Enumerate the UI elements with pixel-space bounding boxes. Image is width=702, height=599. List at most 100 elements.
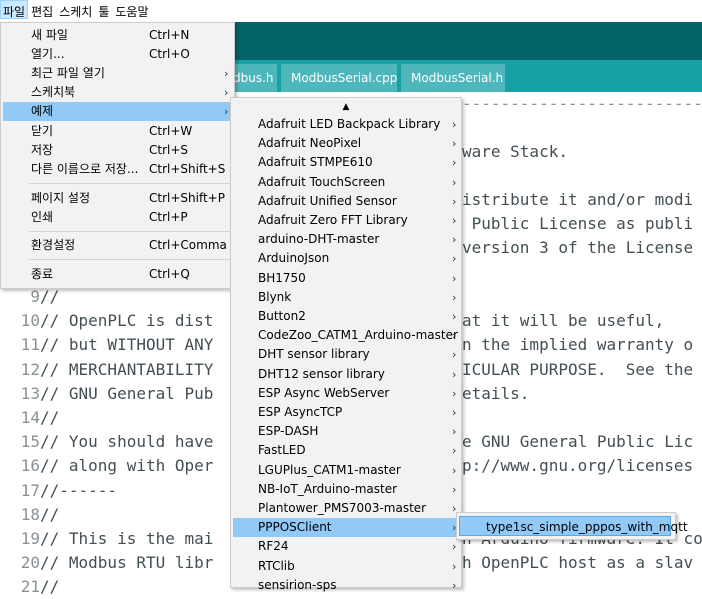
pppos-submenu: type1sc_simple_pppos_with_mqtt [456,512,688,540]
chevron-right-icon: › [452,578,457,592]
code-fragment: e GNU General Public Lic [462,432,694,452]
menu-sketch[interactable]: 스케치 [56,0,95,19]
code-fragment: h OpenPLC host as a slav [462,553,694,573]
menu-item-example-library[interactable]: Blynk › [233,288,459,307]
chevron-right-icon: › [452,444,457,458]
menu-separator [29,259,230,260]
code-fragment: p://www.gnu.org/licenses [462,456,694,476]
chevron-right-icon: › [452,559,457,573]
menu-item-example-library[interactable]: ESP-DASH › [233,422,459,441]
code-text: // but WITHOUT ANY [40,335,214,355]
code-text: // Modbus RTU libr [40,553,214,573]
chevron-right-icon: › [452,406,457,419]
menu-edit[interactable]: 편집 [28,0,56,19]
line-number: 13 [20,383,40,403]
chevron-right-icon: › [452,118,457,131]
menu-item-example-library[interactable]: Plantower_PMS7003-master › [233,499,459,518]
menu-item-example-library[interactable]: Adafruit TouchScreen › [233,173,459,192]
menu-item-example-library[interactable]: Adafruit Unified Sensor › [233,192,459,211]
code-line: 14// [0,406,60,430]
menu-item-example-library[interactable]: ESP Async WebServer › [233,384,459,403]
code-text: // OpenPLC is dist [40,311,214,331]
menu-item-example-library[interactable]: RTClib › [233,557,459,576]
chevron-right-icon: › [452,329,457,343]
menubar: 파일 편집 스케치 툴 도움말 [0,0,702,22]
menu-item-close[interactable]: 닫기 Ctrl+W [3,122,232,141]
menu-item-preferences[interactable]: 환경설정 Ctrl+Comma [3,236,232,255]
code-line: 19// This is the mai [0,527,214,551]
menu-file[interactable]: 파일 [0,0,29,19]
menu-item-open[interactable]: 열기... Ctrl+O [3,45,232,64]
menu-item-quit[interactable]: 종료 Ctrl+Q [3,265,232,284]
menu-item-page-setup[interactable]: 페이지 설정 Ctrl+Shift+P [3,189,232,208]
chevron-right-icon: › [452,194,457,208]
menu-item-example-library[interactable]: ArduinoJson › [233,249,459,268]
menu-item-example-library[interactable]: NB-IoT_Arduino-master › [233,480,459,499]
chevron-right-icon: › [452,386,457,400]
menu-item-example-sketch[interactable]: type1sc_simple_pppos_with_mqtt [459,516,688,536]
menu-item-example-library[interactable]: Adafruit LED Backpack Library › [233,115,459,134]
chevron-right-icon: › [452,271,457,285]
menu-item-example-library[interactable]: FastLED › [233,441,459,460]
menu-item-example-library[interactable]: Adafruit NeoPixel › [233,134,459,153]
menu-item-example-library[interactable]: DHT sensor library › [233,345,459,364]
chevron-right-icon: › [452,482,457,496]
chevron-right-icon: › [452,137,457,151]
menu-item-example-library[interactable]: Adafruit STMPE610 › [233,153,459,172]
chevron-right-icon: › [452,367,457,381]
code-text: // [40,408,60,427]
line-number: 19 [20,529,40,548]
menu-item-example-library[interactable]: arduino-DHT-master › [233,230,459,249]
chevron-right-icon: › [452,425,457,439]
menu-item-open-recent[interactable]: 최근 파일 열기 › [3,64,232,83]
line-number: 10 [20,311,40,331]
menu-item-new[interactable]: 새 파일 Ctrl+N [3,26,232,45]
chevron-right-icon: › [452,175,457,189]
tab-modbusserial-h[interactable]: ModbusSerial.h [401,64,505,92]
toolbar [233,22,702,60]
menu-item-print[interactable]: 인쇄 Ctrl+P [3,208,232,227]
scroll-up-icon[interactable]: ▲ [231,102,461,112]
menu-item-example-library[interactable]: Button2 › [233,307,459,326]
menu-item-examples[interactable]: 예제 › [3,102,232,121]
menu-item-save[interactable]: 저장 Ctrl+S [3,141,232,160]
code-fragment: ware Stack. [462,142,568,161]
code-line: 18// [0,503,60,527]
chevron-right-icon: › [452,214,457,227]
line-number: 16 [20,456,40,476]
chevron-right-icon: › [452,233,457,247]
chevron-right-icon: › [452,348,457,362]
tab-modbusserial-cpp[interactable]: ModbusSerial.cpp [281,64,397,92]
menu-item-example-library[interactable]: PPPOSClient › [233,518,459,538]
menu-item-save-as[interactable]: 다른 이름으로 저장... Ctrl+Shift+S [3,160,232,179]
menu-item-example-library[interactable]: RF24 › [233,537,459,556]
chevron-right-icon: › [452,310,457,323]
line-number: 17 [20,480,40,500]
tab-bar: dbus.h ModbusSerial.cpp ModbusSerial.h [223,60,702,92]
code-fragment: etails. [462,383,530,403]
code-line: 17//------ [0,479,117,503]
code-line: 16// along with Oper [0,454,214,478]
menu-item-example-library[interactable]: Adafruit Zero FFT Library › [233,211,459,230]
code-line: 11// but WITHOUT ANY [0,333,214,357]
chevron-right-icon: › [452,540,457,554]
chevron-right-icon: › [452,156,457,170]
menu-item-example-library[interactable]: CodeZoo_CATM1_Arduino-master › [233,326,459,345]
menu-help[interactable]: 도움말 [112,0,151,19]
menu-tools[interactable]: 툴 [95,0,112,19]
chevron-right-icon: › [452,463,457,477]
menu-item-example-library[interactable]: LGUPlus_CATM1-master › [233,461,459,480]
menu-item-sketchbook[interactable]: 스케치북 › [3,83,232,102]
menu-item-example-library[interactable]: DHT12 sensor library › [233,365,459,384]
menu-item-example-library[interactable]: BH1750 › [233,269,459,288]
line-number: 11 [20,335,40,355]
code-text: // This is the mai [40,529,214,548]
code-line: 10// OpenPLC is dist [0,309,214,333]
menu-item-example-library[interactable]: ESP AsyncTCP › [233,403,459,422]
menu-item-example-library[interactable]: sensirion-sps › [233,576,459,595]
line-number: 18 [20,504,40,524]
code-line: 13// GNU General Pub [0,382,214,406]
line-number: 21 [20,577,40,597]
line-number: 15 [20,432,40,452]
menu-separator [29,183,230,184]
